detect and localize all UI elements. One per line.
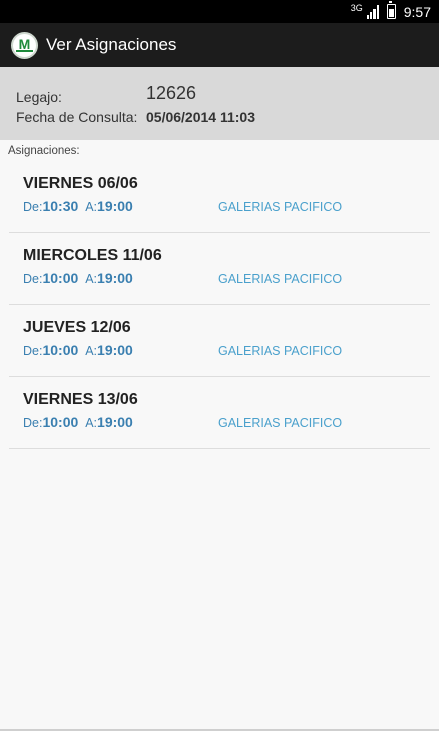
item-place: GALERIAS PACIFICO <box>218 200 343 214</box>
legajo-value: 12626 <box>146 83 197 103</box>
assignments-list: VIERNES 06/06 De:10:30 A:19:00 GALERIAS … <box>9 161 430 449</box>
item-place: GALERIAS PACIFICO <box>218 344 343 358</box>
page-title: Ver Asignaciones <box>46 35 177 54</box>
app-logo-icon[interactable]: M <box>11 31 38 59</box>
status-clock: 9:57 <box>403 3 431 20</box>
status-bar: 3G 9:57 <box>0 0 439 23</box>
item-times: De:10:00 A:19:00 <box>23 342 133 358</box>
signal-icon <box>366 4 379 19</box>
list-item[interactable]: VIERNES 13/06 De:10:00 A:19:00 GALERIAS … <box>9 377 430 449</box>
main-content: Legajo: 12626 Fecha de Consulta: 05/06/2… <box>0 67 439 731</box>
fecha-value: 05/06/2014 11:03 <box>146 109 255 125</box>
item-times: De:10:00 A:19:00 <box>23 414 133 430</box>
header-panel: Legajo: 12626 Fecha de Consulta: 05/06/2… <box>0 67 439 140</box>
legajo-label: Legajo: <box>16 89 62 105</box>
battery-icon <box>386 1 396 19</box>
item-times: De:10:00 A:19:00 <box>23 270 133 286</box>
item-day: VIERNES 06/06 <box>23 175 138 192</box>
item-day: MIERCOLES 11/06 <box>23 247 162 264</box>
item-place: GALERIAS PACIFICO <box>218 416 343 430</box>
list-item[interactable]: MIERCOLES 11/06 De:10:00 A:19:00 GALERIA… <box>9 233 430 305</box>
item-day: JUEVES 12/06 <box>23 319 131 336</box>
item-day: VIERNES 13/06 <box>23 391 138 408</box>
list-item[interactable]: JUEVES 12/06 De:10:00 A:19:00 GALERIAS P… <box>9 305 430 377</box>
action-bar: M Ver Asignaciones <box>0 23 439 67</box>
list-item[interactable]: VIERNES 06/06 De:10:30 A:19:00 GALERIAS … <box>9 161 430 233</box>
item-times: De:10:30 A:19:00 <box>23 198 133 214</box>
network-type: 3G <box>350 2 363 13</box>
fecha-label: Fecha de Consulta: <box>16 109 138 125</box>
item-place: GALERIAS PACIFICO <box>218 272 343 286</box>
section-label: Asignaciones: <box>8 145 80 157</box>
